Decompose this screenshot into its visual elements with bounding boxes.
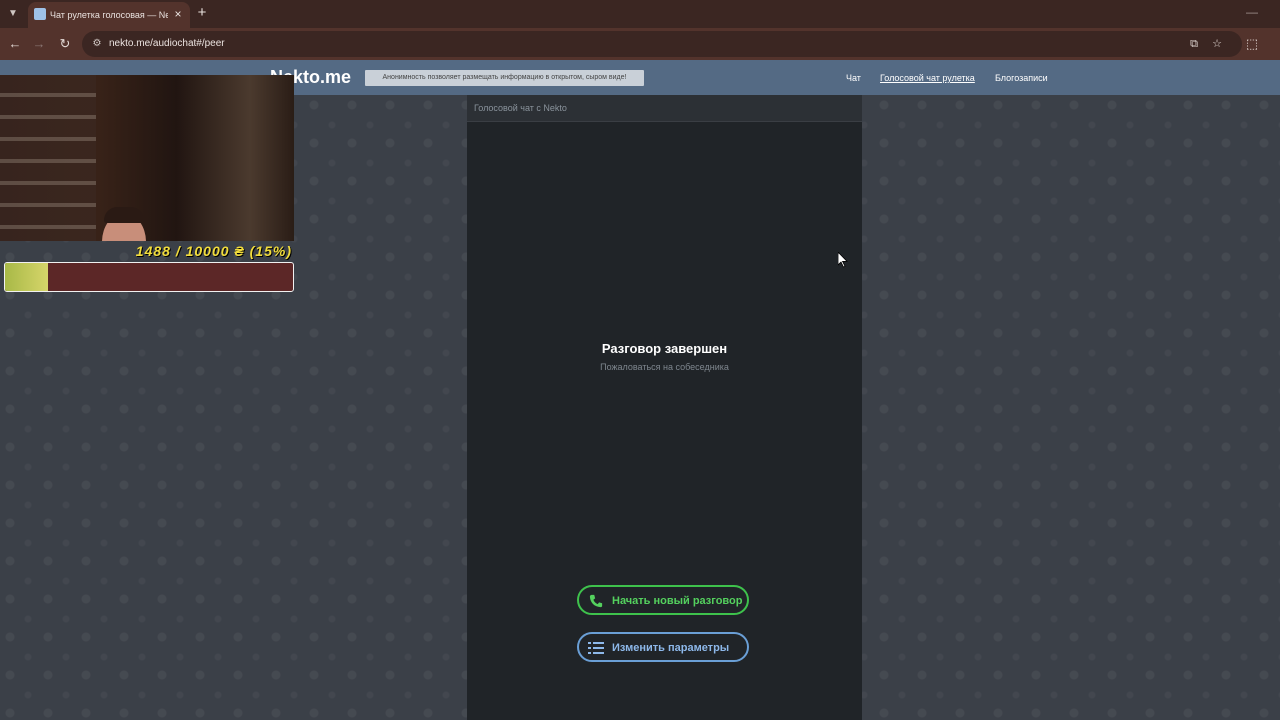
browser-toolbar: ← → ↻ ⚙ nekto.me/audiochat#/peer ⧉ ☆ ⬚ — [0, 28, 1280, 60]
webcam-person-hair — [104, 207, 144, 223]
change-params-label: Изменить параметры — [612, 642, 730, 654]
address-bar[interactable]: ⚙ nekto.me/audiochat#/peer ⧉ ☆ — [82, 31, 1242, 57]
favicon-icon — [34, 8, 46, 20]
minimize-icon[interactable]: — — [1244, 4, 1260, 20]
back-arrow-icon[interactable]: ← — [6, 35, 24, 53]
site-notice: Анонимность позволяет размещать информац… — [365, 70, 644, 86]
extensions-icon[interactable]: ⬚ — [1243, 35, 1261, 53]
url-text[interactable]: nekto.me/audiochat#/peer — [109, 36, 225, 52]
report-peer-link[interactable]: Пожаловаться на собеседника — [467, 361, 862, 373]
install-app-icon[interactable]: ⧉ — [1186, 36, 1202, 52]
chat-panel-title: Голосовой чат с Nekto — [474, 103, 567, 113]
list-icon — [588, 642, 604, 654]
tab-title: Чат рулетка голосовая — Nekto — [50, 10, 168, 20]
change-params-button[interactable]: Изменить параметры — [577, 632, 749, 662]
browser-tab[interactable]: Чат рулетка голосовая — Nekto × — [28, 2, 190, 28]
forward-arrow-icon[interactable]: → — [30, 35, 48, 53]
menu-link-blog[interactable]: Блогозаписи — [995, 71, 1048, 85]
star-icon[interactable]: ☆ — [1209, 36, 1225, 52]
mouse-cursor-icon — [838, 252, 848, 268]
chat-panel: Голосовой чат с Nekto Разговор завершен … — [467, 95, 862, 720]
chevron-down-icon[interactable]: ▼ — [4, 5, 22, 23]
donation-goal-text: 1488 / 10000 ₴ (15%) — [135, 243, 292, 259]
site-info-icon[interactable]: ⚙ — [90, 36, 104, 52]
webcam-overlay — [0, 75, 294, 241]
reload-icon[interactable]: ↻ — [56, 35, 74, 53]
menu-link-voice-roulette[interactable]: Голосовой чат рулетка — [880, 71, 975, 85]
menu-link-chat[interactable]: Чат — [846, 71, 861, 85]
conversation-ended-title: Разговор завершен — [601, 341, 728, 356]
chat-panel-header: Голосовой чат с Nekto — [467, 95, 862, 122]
start-new-chat-label: Начать новый разговор — [612, 595, 743, 607]
webcam-shelf — [0, 75, 96, 241]
phone-icon — [589, 594, 603, 608]
plus-icon[interactable]: + — [195, 5, 209, 21]
start-new-chat-button[interactable]: Начать новый разговор — [577, 585, 749, 615]
browser-tab-bar: ▼ Чат рулетка голосовая — Nekto × + — — [0, 0, 1280, 28]
close-icon[interactable]: × — [171, 7, 185, 21]
donation-progress-fill — [5, 263, 49, 291]
donation-progress-bar — [4, 262, 294, 292]
